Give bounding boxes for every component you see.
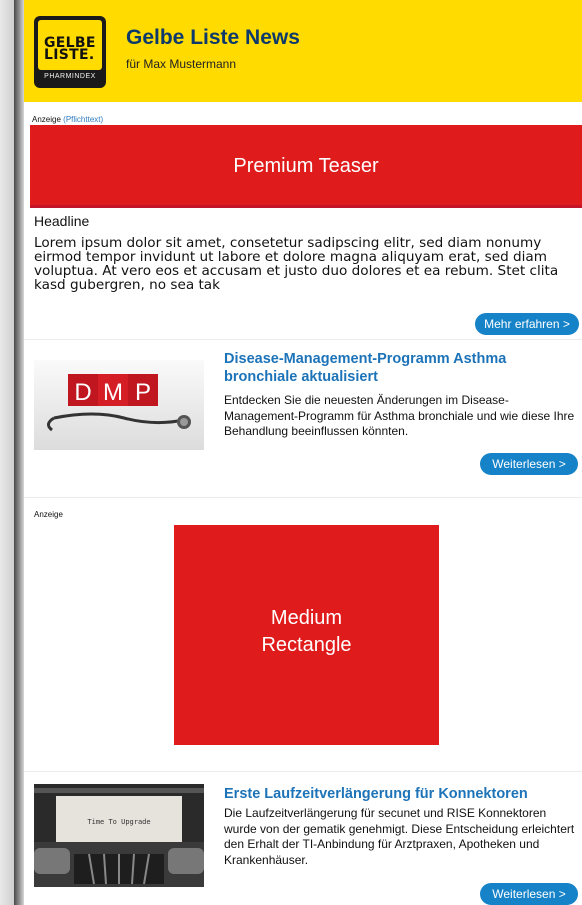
weiterlesen-button-2[interactable]: Weiterlesen > bbox=[480, 883, 578, 905]
article-title-konnektoren[interactable]: Erste Laufzeitverlängerung für Konnektor… bbox=[224, 785, 574, 803]
article-title-dmp[interactable]: Disease-Management-Programm Asthma bronc… bbox=[224, 350, 574, 386]
dmp-image: D M P bbox=[34, 360, 204, 450]
medium-rectangle-ad[interactable]: Medium Rectangle bbox=[174, 525, 439, 745]
premium-teaser-label: Premium Teaser bbox=[233, 155, 379, 177]
newsletter-title: Gelbe Liste News bbox=[126, 26, 300, 49]
recipient-name: für Max Mustermann bbox=[126, 57, 237, 71]
svg-text:M: M bbox=[103, 379, 123, 406]
pflichttext-link[interactable]: (Pflichttext) bbox=[63, 115, 103, 124]
middle-ad-label: Anzeige bbox=[34, 510, 63, 519]
typewriter-image: Time To Upgrade bbox=[34, 784, 204, 887]
svg-text:Time To Upgrade: Time To Upgrade bbox=[87, 818, 150, 826]
section-divider bbox=[24, 339, 582, 340]
top-ad-label: Anzeige (Pflichttext) bbox=[32, 115, 103, 124]
article-text-konnektoren: Die Laufzeitverlängerung für secunet und… bbox=[224, 806, 575, 867]
article-text-dmp: Entdecken Sie die neuesten Änderungen im… bbox=[224, 393, 575, 438]
newsletter-header: GELBE LISTE. PHARMINDEX Gelbe Liste News… bbox=[24, 0, 582, 102]
article-thumbnail-dmp[interactable]: D M P bbox=[34, 360, 204, 450]
premium-teaser-banner[interactable]: Premium Teaser bbox=[30, 125, 582, 208]
svg-text:P: P bbox=[135, 379, 151, 406]
article-thumbnail-typewriter[interactable]: Time To Upgrade bbox=[34, 784, 204, 887]
medium-rectangle-line1: Medium bbox=[270, 607, 343, 629]
section-divider bbox=[24, 497, 582, 498]
gelbe-liste-logo[interactable]: GELBE LISTE. PHARMINDEX bbox=[34, 16, 106, 88]
logo-text-line2: LISTE. bbox=[44, 47, 95, 63]
mehr-erfahren-button[interactable]: Mehr erfahren > bbox=[475, 313, 579, 335]
window-gutter bbox=[0, 0, 14, 905]
logo-subtext: PHARMINDEX bbox=[44, 73, 96, 80]
svg-text:D: D bbox=[74, 379, 91, 406]
window-edge-shadow bbox=[14, 0, 24, 905]
weiterlesen-button-1[interactable]: Weiterlesen > bbox=[480, 453, 578, 475]
section-divider bbox=[24, 771, 582, 772]
teaser-headline: Headline bbox=[34, 213, 90, 229]
newsletter: GELBE LISTE. PHARMINDEX Gelbe Liste News… bbox=[24, 0, 582, 905]
teaser-body-text: Lorem ipsum dolor sit amet, consetetur s… bbox=[34, 235, 559, 293]
ad-label-text: Anzeige bbox=[32, 115, 61, 124]
medium-rectangle-line2: Rectangle bbox=[261, 634, 352, 656]
medium-rectangle-label: Medium Rectangle bbox=[174, 605, 439, 659]
